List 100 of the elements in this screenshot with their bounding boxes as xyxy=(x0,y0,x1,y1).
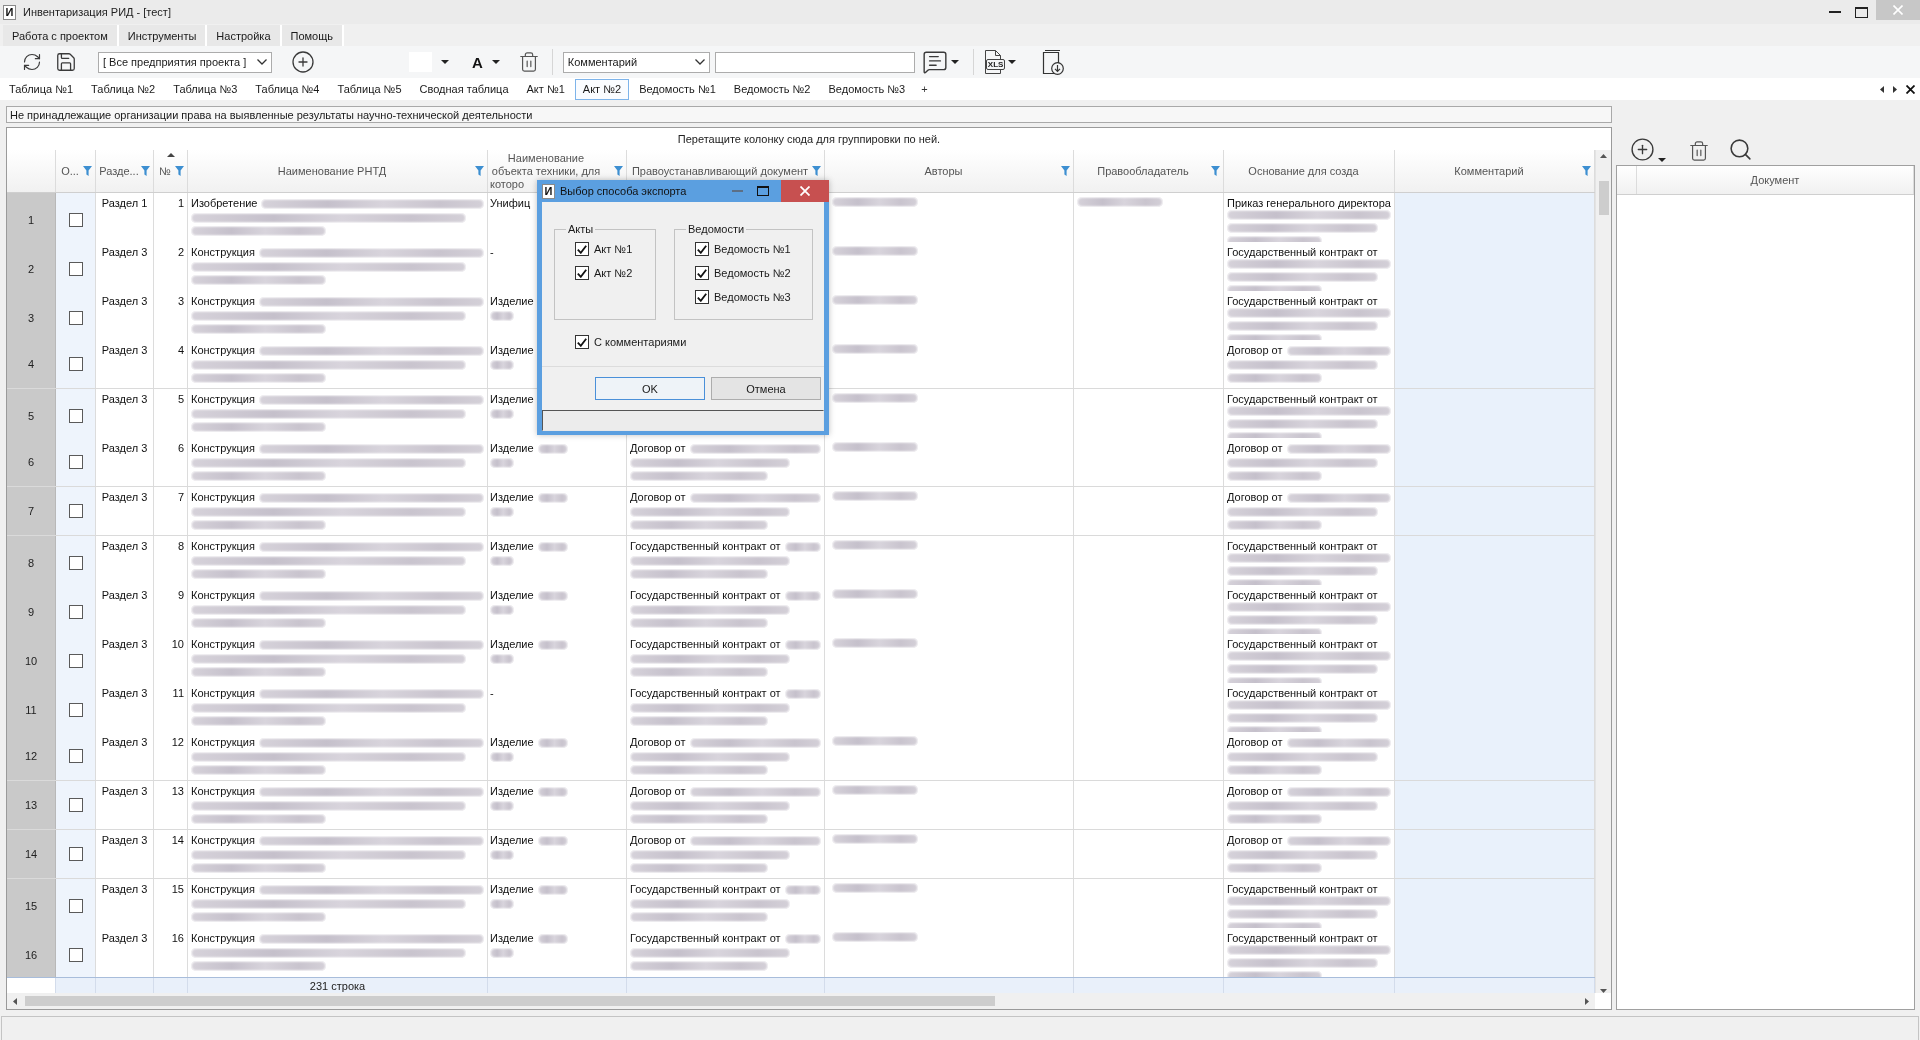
save-icon[interactable] xyxy=(55,51,77,73)
checkbox[interactable] xyxy=(695,266,709,280)
add-tab-button[interactable]: + xyxy=(915,83,934,95)
checkbox-label[interactable]: Ведомость №3 xyxy=(714,291,791,303)
menu-item[interactable]: Помощь xyxy=(281,25,344,46)
column-header[interactable]: О... xyxy=(61,164,79,178)
font-color-button[interactable]: A xyxy=(471,54,484,70)
check-icon xyxy=(577,268,587,278)
cell-text: Конструкция xyxy=(191,393,255,406)
project-select[interactable]: [ Все предприятия проекта ] xyxy=(98,51,272,73)
tab[interactable]: Акт №2 xyxy=(574,78,630,100)
column-header[interactable]: Комментарий xyxy=(1454,164,1524,178)
document-download-icon[interactable] xyxy=(1041,49,1064,75)
column-select[interactable]: Комментарий xyxy=(562,51,710,73)
checkbox-label[interactable]: Акт №2 xyxy=(594,267,633,279)
vertical-scrollbar[interactable] xyxy=(1595,150,1611,993)
checkbox[interactable] xyxy=(575,266,589,280)
checkbox[interactable] xyxy=(68,408,83,423)
row-header[interactable]: 13 xyxy=(7,781,56,829)
maximize-icon[interactable] xyxy=(1855,6,1868,18)
scroll-right-icon[interactable] xyxy=(1585,997,1589,1005)
checkbox[interactable] xyxy=(68,847,83,861)
add-icon[interactable] xyxy=(291,50,315,74)
cell-text: Конструкция xyxy=(191,932,255,945)
checkbox[interactable] xyxy=(68,261,83,276)
checkbox[interactable] xyxy=(68,604,83,619)
column-header[interactable]: Документ xyxy=(1637,166,1914,194)
checkbox[interactable] xyxy=(68,310,83,325)
caret-down-icon[interactable] xyxy=(1658,158,1666,162)
checkbox[interactable] xyxy=(68,898,83,913)
filter-icon[interactable] xyxy=(175,166,184,176)
dialog-button[interactable]: OK xyxy=(595,377,705,400)
add-icon[interactable] xyxy=(1630,137,1655,162)
refresh-icon[interactable] xyxy=(22,52,42,72)
group-title: Ведомости xyxy=(687,223,746,235)
scroll-left-icon[interactable] xyxy=(1880,85,1884,93)
maximize-icon[interactable] xyxy=(757,186,769,196)
sort-ascending-icon[interactable] xyxy=(166,153,175,157)
close-icon[interactable] xyxy=(1906,84,1915,94)
delete-icon[interactable] xyxy=(517,51,540,73)
checkbox[interactable] xyxy=(575,335,589,349)
close-button[interactable] xyxy=(781,180,829,202)
filter-icon[interactable] xyxy=(1211,166,1220,176)
column-header[interactable]: № xyxy=(159,164,171,178)
delete-icon[interactable] xyxy=(1688,140,1710,162)
menu-item[interactable]: Настройка xyxy=(207,25,282,46)
filter-icon[interactable] xyxy=(1061,166,1070,176)
checkbox[interactable] xyxy=(68,555,83,570)
cell-text: Раздел 3 xyxy=(101,295,148,307)
horizontal-scrollbar[interactable] xyxy=(7,993,1595,1009)
checkbox[interactable] xyxy=(68,455,83,469)
export-button[interactable]: XLS xyxy=(982,49,1023,75)
column-header[interactable]: Авторы xyxy=(924,164,963,178)
filter-icon[interactable] xyxy=(141,166,150,176)
cell-text: Государственный контракт от xyxy=(630,687,781,700)
caret-down-icon[interactable] xyxy=(950,60,959,64)
scrollbar-thumb[interactable] xyxy=(25,996,995,1006)
check-icon xyxy=(697,292,707,302)
checkbox-label[interactable]: С комментариями xyxy=(594,336,687,348)
checkbox[interactable] xyxy=(68,798,83,812)
cell-text: Конструкция xyxy=(191,834,255,847)
checkbox[interactable] xyxy=(695,242,709,256)
caret-down-icon[interactable] xyxy=(441,60,449,64)
row-header[interactable]: 7 xyxy=(7,487,56,535)
filter-icon[interactable] xyxy=(614,166,623,176)
checkbox[interactable] xyxy=(68,653,83,668)
filter-icon[interactable] xyxy=(812,166,821,176)
menu-item[interactable]: Инструменты xyxy=(118,25,208,46)
checkbox[interactable] xyxy=(68,357,83,371)
checkbox[interactable] xyxy=(68,212,83,227)
scroll-left-icon[interactable] xyxy=(13,997,17,1005)
chevron-down-icon[interactable] xyxy=(257,59,267,65)
scrollbar-thumb[interactable] xyxy=(1598,181,1609,215)
cell-text: Изделие xyxy=(490,491,534,504)
comment-icon[interactable] xyxy=(921,49,948,75)
scroll-right-icon[interactable] xyxy=(1893,85,1897,93)
checkbox[interactable] xyxy=(68,947,83,962)
filter-icon[interactable] xyxy=(83,166,92,176)
checkbox-label[interactable]: Акт №1 xyxy=(594,243,633,255)
search-icon[interactable] xyxy=(1728,137,1753,162)
scroll-down-icon[interactable] xyxy=(1600,989,1607,993)
filter-icon[interactable] xyxy=(475,166,484,176)
checkbox[interactable] xyxy=(695,290,709,304)
checkbox[interactable] xyxy=(68,702,83,717)
checkbox-label[interactable]: Ведомость №2 xyxy=(714,267,791,279)
caret-down-icon[interactable] xyxy=(491,60,500,64)
checkbox[interactable] xyxy=(68,749,83,763)
column-header[interactable]: Наименование РНТД xyxy=(277,164,387,178)
checkbox[interactable] xyxy=(68,504,83,518)
scroll-up-icon[interactable] xyxy=(1600,154,1607,158)
dialog-button[interactable]: Отмена xyxy=(711,377,821,400)
row-header[interactable]: 14 xyxy=(7,830,56,878)
cell-text: Конструкция xyxy=(191,687,255,700)
checkbox-label[interactable]: Ведомость №1 xyxy=(714,243,791,255)
cell-text: Приказ генерального директора xyxy=(1227,197,1391,210)
menu-item[interactable]: Работа с проектом xyxy=(3,25,119,46)
chevron-down-icon[interactable] xyxy=(694,59,705,65)
text-field[interactable] xyxy=(714,51,915,73)
checkbox[interactable] xyxy=(575,242,589,256)
filter-icon[interactable] xyxy=(1582,166,1591,176)
